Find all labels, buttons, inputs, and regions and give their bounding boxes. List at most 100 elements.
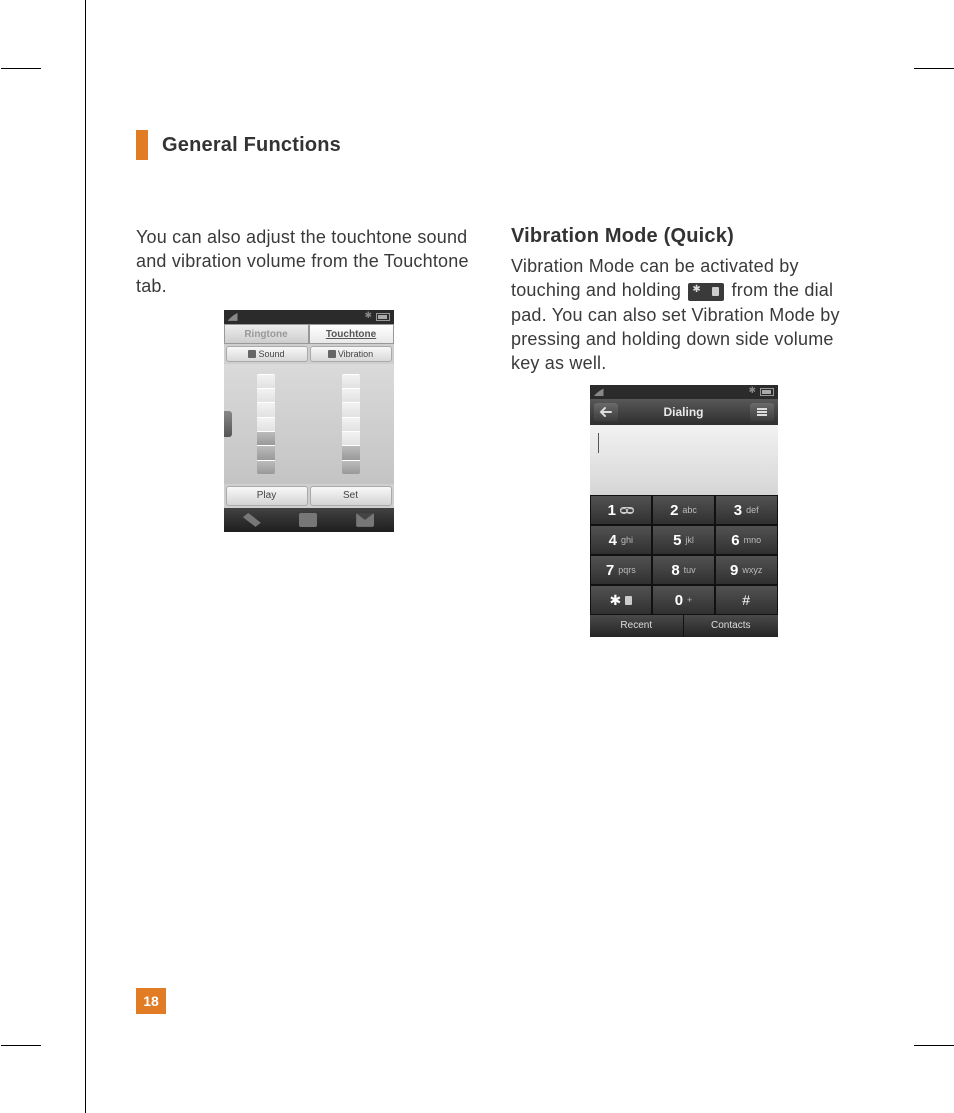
star-key-icon: [688, 283, 724, 301]
key-6[interactable]: 6 mno: [715, 525, 778, 555]
menu-button[interactable]: [750, 403, 774, 421]
slider-segment: [342, 374, 360, 388]
vibration-slider[interactable]: [342, 374, 360, 474]
key-number: 3: [734, 502, 742, 519]
slider-segment: [257, 460, 275, 474]
set-button[interactable]: Set: [310, 486, 392, 506]
intro-paragraph: You can also adjust the touchtone sound …: [136, 225, 481, 298]
key-5[interactable]: 5 jkl: [652, 525, 715, 555]
touchtone-screenshot: Ringtone Touchtone Sound Vibration: [224, 310, 394, 532]
keypad-row: 7pqrs8tuv9wxyz: [590, 555, 778, 585]
key-number: 2: [670, 502, 678, 519]
mail-icon[interactable]: [356, 513, 374, 527]
key-letters: jkl: [685, 535, 694, 545]
key-letters: abc: [682, 505, 697, 515]
bottom-tabs: Recent Contacts: [590, 615, 778, 637]
manual-page: General Functions You can also adjust th…: [85, 0, 954, 1113]
number-display[interactable]: [590, 425, 778, 495]
slider-segment: [257, 402, 275, 416]
slider-segment: [257, 388, 275, 402]
slider-segment: [342, 417, 360, 431]
dock-bar: [224, 508, 394, 532]
subtab-vibration-label: Vibration: [338, 347, 373, 361]
right-column: Vibration Mode (Quick) Vibration Mode ca…: [511, 225, 856, 637]
key-0[interactable]: 0+: [652, 585, 715, 615]
key-number: 5: [673, 532, 681, 549]
tab-row: Ringtone Touchtone: [224, 324, 394, 344]
tab-touchtone[interactable]: Touchtone: [309, 324, 394, 344]
section-header: General Functions: [136, 130, 341, 160]
two-column-layout: You can also adjust the touchtone sound …: [136, 225, 856, 637]
slider-segment: [257, 445, 275, 459]
key-number: 6: [731, 532, 739, 549]
slider-segment: [342, 460, 360, 474]
bluetooth-icon: [366, 312, 372, 322]
key-3[interactable]: 3 def: [715, 495, 778, 525]
crop-mark: [914, 68, 954, 69]
vibration-mode-paragraph: Vibration Mode can be activated by touch…: [511, 254, 856, 375]
left-column: You can also adjust the touchtone sound …: [136, 225, 481, 637]
key-letters: def: [746, 505, 759, 515]
key-8[interactable]: 8tuv: [652, 555, 715, 585]
battery-icon: [760, 388, 774, 396]
key-number: 9: [730, 562, 738, 579]
key-number: ✱: [609, 592, 621, 609]
button-row: Play Set: [224, 484, 394, 508]
slider-segment: [257, 374, 275, 388]
tab-ringtone[interactable]: Ringtone: [224, 324, 309, 344]
crop-mark: [914, 1045, 954, 1046]
back-button[interactable]: [594, 403, 618, 421]
dialer-screenshot: Dialing 1 2 abc 3 def 4 ghi 5 jkl 6 mno 7pqrs8tuv9w…: [590, 385, 778, 637]
subtab-row: Sound Vibration: [224, 344, 394, 364]
status-bar: [590, 385, 778, 399]
key-2[interactable]: 2 abc: [652, 495, 715, 525]
speaker-icon: [248, 350, 256, 358]
signal-icon: [594, 388, 604, 396]
tab-recent[interactable]: Recent: [590, 615, 685, 637]
screen-title: Dialing: [618, 405, 750, 419]
slider-area: [224, 364, 394, 484]
side-arrow-icon[interactable]: [224, 411, 232, 437]
key-✱[interactable]: ✱: [590, 585, 653, 615]
play-button[interactable]: Play: [226, 486, 308, 506]
key-number: #: [742, 592, 750, 608]
slider-segment: [257, 417, 275, 431]
text-cursor: [598, 433, 599, 453]
keypad-row: 1 2 abc 3 def: [590, 495, 778, 525]
key-4[interactable]: 4 ghi: [590, 525, 653, 555]
tab-contacts[interactable]: Contacts: [684, 615, 778, 637]
slider-segment: [342, 445, 360, 459]
slider-segment: [342, 388, 360, 402]
crop-mark: [1, 68, 41, 69]
key-letters: mno: [744, 535, 762, 545]
keypad-row: ✱0+#: [590, 585, 778, 615]
accent-bar: [136, 130, 148, 160]
signal-icon: [228, 313, 238, 321]
key-1[interactable]: 1: [590, 495, 653, 525]
key-#[interactable]: #: [715, 585, 778, 615]
subtab-vibration[interactable]: Vibration: [310, 346, 392, 362]
slider-segment: [257, 431, 275, 445]
sound-slider[interactable]: [257, 374, 275, 474]
key-7[interactable]: 7pqrs: [590, 555, 653, 585]
subtab-sound[interactable]: Sound: [226, 346, 308, 362]
menu-icon[interactable]: [299, 513, 317, 527]
vibration-icon: [328, 350, 336, 358]
sim-icon: [625, 596, 632, 605]
key-letters: ghi: [621, 535, 633, 545]
phone-icon[interactable]: [243, 513, 261, 527]
bluetooth-icon: [750, 387, 756, 397]
key-number: 1: [608, 502, 616, 519]
key-number: 0: [675, 592, 683, 609]
key-9[interactable]: 9wxyz: [715, 555, 778, 585]
title-bar: Dialing: [590, 399, 778, 425]
key-letters: +: [687, 595, 692, 605]
status-bar: [224, 310, 394, 324]
key-number: 8: [671, 562, 679, 579]
subtab-sound-label: Sound: [258, 347, 284, 361]
keypad: 12abc3def4ghi5jkl6mno7pqrs8tuv9wxyz✱0+#: [590, 495, 778, 615]
section-title: General Functions: [162, 134, 341, 157]
vibration-mode-heading: Vibration Mode (Quick): [511, 225, 856, 248]
key-number: 4: [609, 532, 617, 549]
slider-segment: [342, 431, 360, 445]
